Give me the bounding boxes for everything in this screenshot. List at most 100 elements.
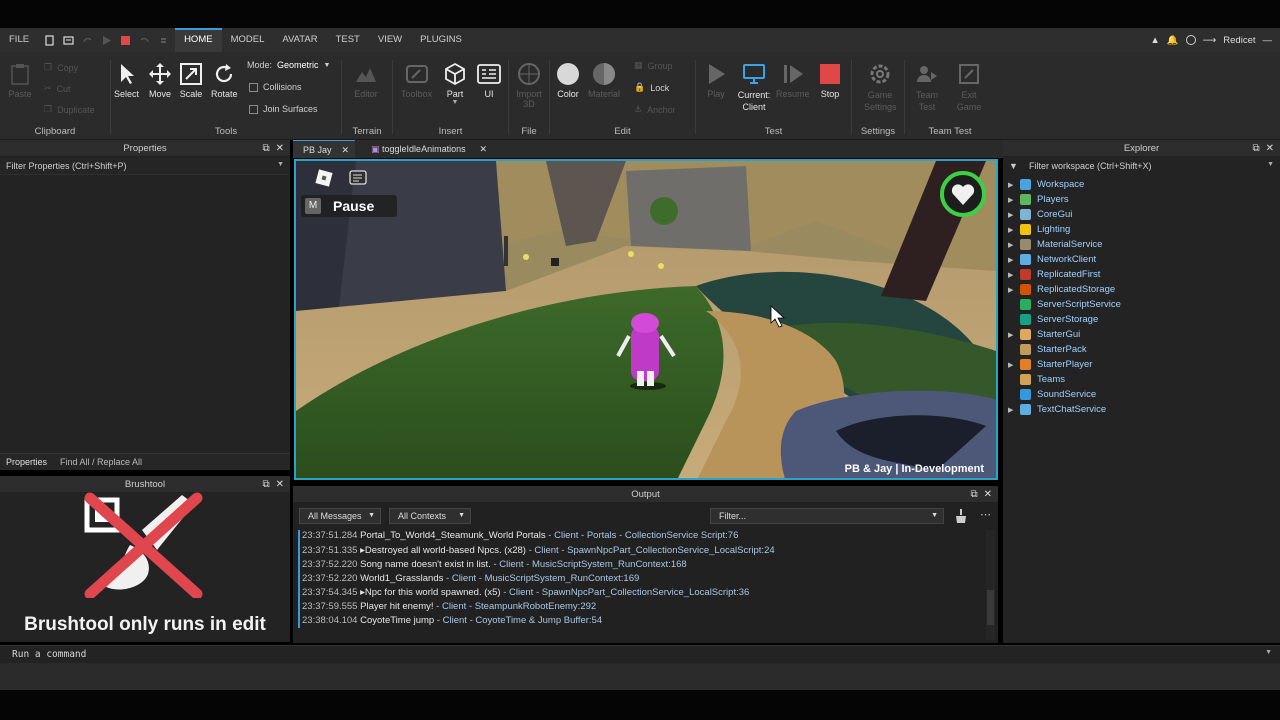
explorer-item-soundservice[interactable]: SoundService: [1008, 387, 1096, 402]
duplicate-button[interactable]: ❐ Duplicate: [44, 104, 95, 115]
current-client-button[interactable]: Current: Client: [734, 62, 774, 113]
explorer-item-teams[interactable]: Teams: [1008, 372, 1065, 387]
stop-button[interactable]: Stop: [818, 62, 842, 99]
import-3d-button[interactable]: Import 3D: [514, 62, 544, 109]
close-icon[interactable]: ✕: [984, 486, 992, 503]
close-icon[interactable]: ✕: [276, 476, 284, 493]
menu-home[interactable]: HOME: [175, 28, 222, 52]
collisions-toggle[interactable]: Collisions: [249, 82, 302, 92]
explorer-item-players[interactable]: ▶ Players: [1008, 192, 1069, 207]
ui-button[interactable]: UI: [477, 62, 501, 99]
move-button[interactable]: Move: [148, 62, 172, 99]
output-scrollbar[interactable]: [986, 530, 995, 640]
clear-output-icon[interactable]: [954, 508, 968, 524]
explorer-item-replicatedstorage[interactable]: ▶ ReplicatedStorage: [1008, 282, 1115, 297]
expand-arrow-icon[interactable]: ▶: [1008, 226, 1020, 234]
messages-filter-dropdown[interactable]: All Messages ▼: [299, 508, 381, 524]
material-button[interactable]: Material: [588, 62, 620, 99]
roblox-logo-icon[interactable]: [314, 168, 334, 188]
new-file-icon[interactable]: [44, 34, 55, 46]
explorer-item-coregui[interactable]: ▶ CoreGui: [1008, 207, 1072, 222]
command-input[interactable]: Run a command: [12, 649, 86, 660]
join-surfaces-checkbox[interactable]: [249, 104, 258, 114]
undock-icon[interactable]: ⧉: [262, 140, 269, 157]
game-viewport[interactable]: M Pause PB & Jay | In-Development: [294, 159, 998, 480]
output-scrollbar-thumb[interactable]: [987, 590, 994, 625]
user-name[interactable]: Redicet: [1223, 35, 1255, 46]
explorer-item-textchatservice[interactable]: ▶ TextChatService: [1008, 402, 1106, 417]
paste-button[interactable]: Paste: [8, 62, 32, 99]
customize-icon[interactable]: [158, 35, 169, 46]
game-settings-button[interactable]: Game Settings: [864, 62, 897, 113]
collapse-icon[interactable]: ▲: [1150, 35, 1159, 46]
close-icon[interactable]: ✕: [276, 140, 284, 157]
tab-find-replace[interactable]: Find All / Replace All: [60, 457, 142, 467]
undock-icon[interactable]: ⧉: [970, 486, 977, 503]
exit-game-button[interactable]: Exit Game: [955, 62, 983, 113]
stop-icon[interactable]: [120, 35, 131, 46]
output-filter-input[interactable]: Filter... ▼: [710, 508, 944, 524]
anchor-button[interactable]: ⚓ Anchor: [634, 104, 676, 115]
explorer-filter[interactable]: ▼ Filter workspace (Ctrl+Shift+X) ▼: [1003, 158, 1280, 175]
copy-button[interactable]: ❐ Copy: [44, 62, 78, 73]
scale-button[interactable]: Scale: [179, 62, 203, 99]
explorer-item-networkclient[interactable]: ▶ NetworkClient: [1008, 252, 1096, 267]
explorer-item-materialservice[interactable]: ▶ MaterialService: [1008, 237, 1102, 252]
expand-arrow-icon[interactable]: ▶: [1008, 181, 1020, 189]
help-icon[interactable]: [1185, 35, 1196, 45]
resume-button[interactable]: Resume: [776, 62, 810, 99]
command-bar[interactable]: Run a command ▼: [0, 645, 1280, 663]
rotate-button[interactable]: Rotate: [211, 62, 238, 99]
explorer-item-startergui[interactable]: ▶ StarterGui: [1008, 327, 1080, 342]
explorer-item-serverscriptservice[interactable]: ServerScriptService: [1008, 297, 1121, 312]
color-button[interactable]: Color: [556, 62, 580, 99]
explorer-item-workspace[interactable]: ▶ Workspace: [1008, 177, 1084, 192]
close-icon[interactable]: ✕: [1266, 140, 1274, 157]
menu-avatar[interactable]: AVATAR: [273, 28, 326, 52]
contexts-filter-dropdown[interactable]: All Contexts ▼: [389, 508, 471, 524]
expand-arrow-icon[interactable]: ▶: [1008, 331, 1020, 339]
select-button[interactable]: Select: [114, 62, 139, 99]
group-button[interactable]: ▦ Group: [634, 60, 673, 71]
cut-button[interactable]: ✂ Cut: [44, 83, 71, 94]
menu-test[interactable]: TEST: [327, 28, 369, 52]
expand-arrow-icon[interactable]: ▶: [1008, 361, 1020, 369]
expand-arrow-icon[interactable]: ▶: [1008, 196, 1020, 204]
redo-icon[interactable]: [82, 35, 93, 46]
more-options-icon[interactable]: ⋯: [980, 508, 991, 521]
minimize-ribbon-icon[interactable]: —: [1263, 35, 1273, 46]
terrain-editor-button[interactable]: Editor: [354, 62, 378, 99]
share-icon[interactable]: ⟶: [1203, 35, 1217, 46]
close-icon[interactable]: ✕: [341, 141, 349, 159]
lock-button[interactable]: 🔒 Lock: [634, 82, 669, 93]
explorer-item-serverstorage[interactable]: ServerStorage: [1008, 312, 1098, 327]
menu-plugins[interactable]: PLUGINS: [411, 28, 471, 52]
menu-view[interactable]: VIEW: [369, 28, 411, 52]
team-test-button[interactable]: Team Test: [913, 62, 941, 113]
play-button[interactable]: Play: [704, 62, 728, 99]
undock-icon[interactable]: ⧉: [1252, 140, 1259, 157]
explorer-item-starterplayer[interactable]: ▶ StarterPlayer: [1008, 357, 1092, 372]
explorer-item-starterpack[interactable]: StarterPack: [1008, 342, 1087, 357]
pause-menu-button[interactable]: M Pause: [301, 195, 397, 217]
toolbox-button[interactable]: Toolbox: [401, 62, 432, 99]
collisions-checkbox[interactable]: [249, 82, 258, 92]
undo-icon[interactable]: [139, 35, 150, 46]
explorer-item-lighting[interactable]: ▶ Lighting: [1008, 222, 1070, 237]
open-file-icon[interactable]: [63, 35, 74, 46]
expand-arrow-icon[interactable]: ▶: [1008, 211, 1020, 219]
menu-model[interactable]: MODEL: [222, 28, 274, 52]
expand-arrow-icon[interactable]: ▶: [1008, 256, 1020, 264]
play-icon[interactable]: [101, 35, 112, 46]
menu-file[interactable]: FILE: [0, 28, 38, 52]
mode-selector[interactable]: Mode: Geometric ▼: [247, 60, 330, 70]
notification-icon[interactable]: 🔔: [1167, 35, 1179, 46]
expand-arrow-icon[interactable]: ▶: [1008, 241, 1020, 249]
chat-icon[interactable]: [348, 168, 368, 188]
explorer-item-replicatedfirst[interactable]: ▶ ReplicatedFirst: [1008, 267, 1100, 282]
part-button[interactable]: Part ▼: [443, 62, 467, 106]
expand-arrow-icon[interactable]: ▶: [1008, 271, 1020, 279]
tab-properties[interactable]: Properties: [6, 457, 47, 467]
properties-filter[interactable]: Filter Properties (Ctrl+Shift+P) ▼: [0, 158, 290, 175]
close-icon[interactable]: ✕: [479, 140, 487, 158]
